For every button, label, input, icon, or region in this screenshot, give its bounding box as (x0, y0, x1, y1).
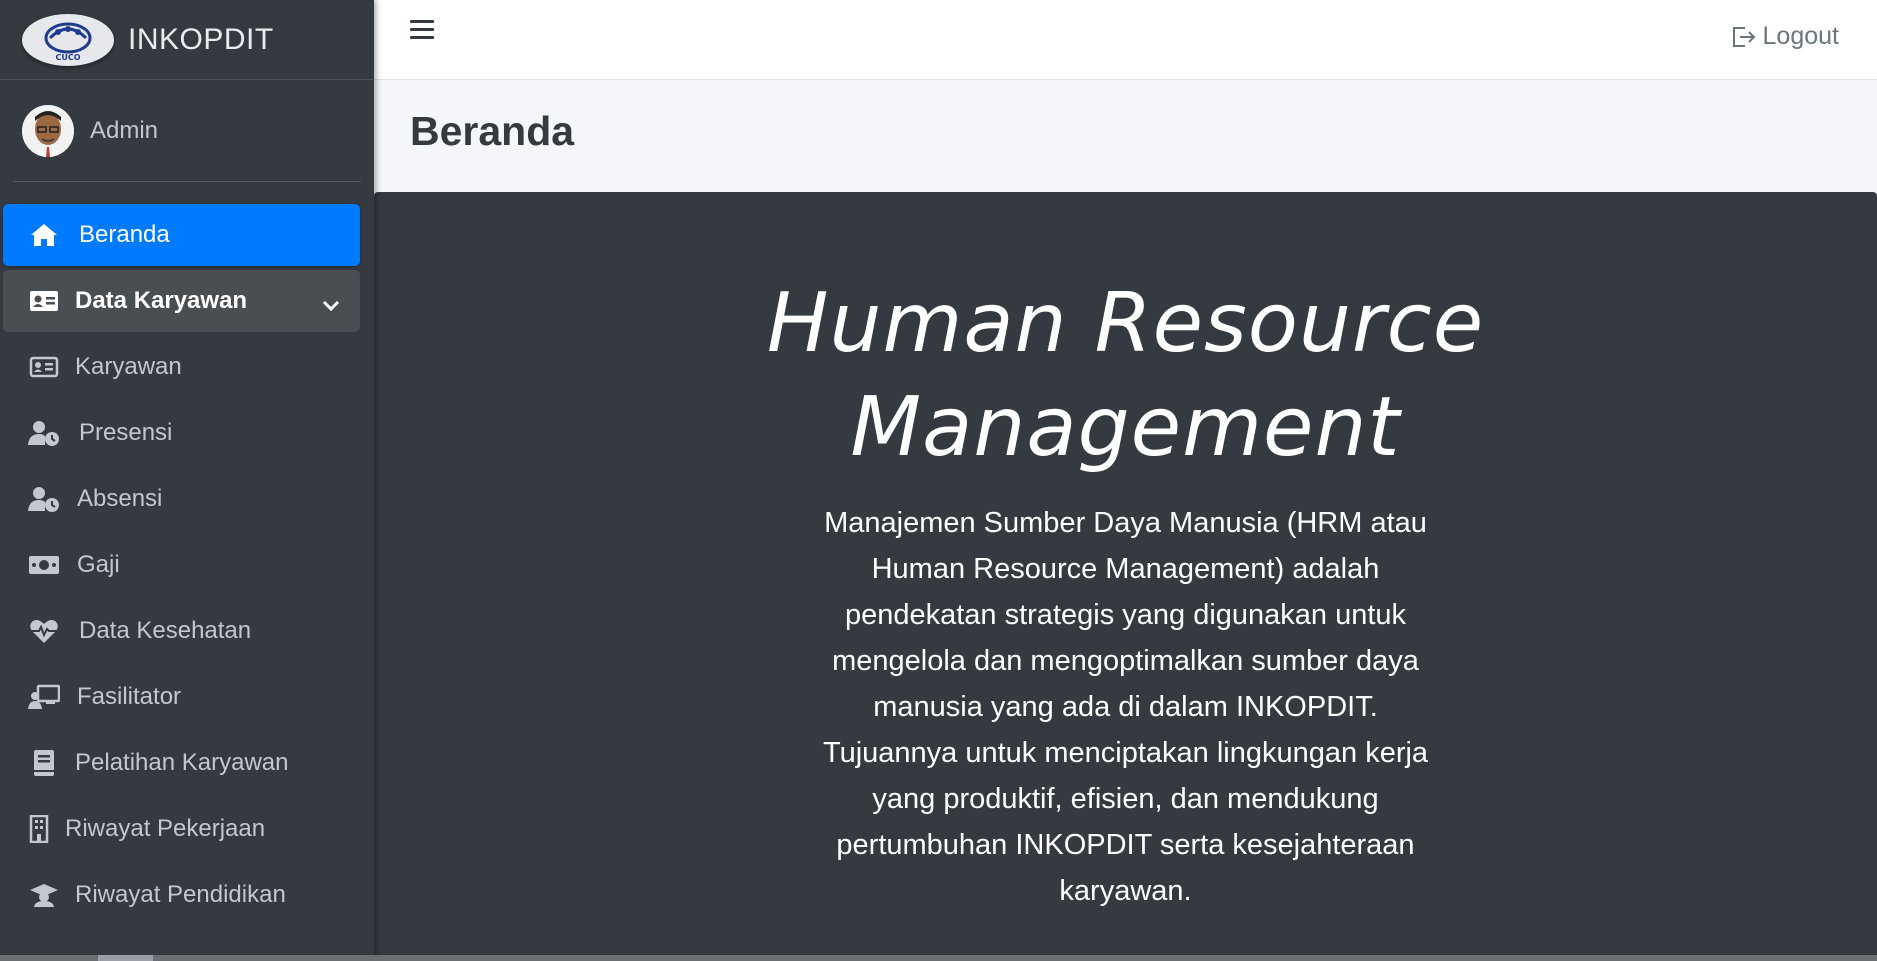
sidebar-item-label: Absensi (77, 485, 163, 512)
hero-title: Human Resource Management (766, 276, 1485, 475)
sidebar-menu: Beranda Data Karyawan Karyawan Presensi (0, 182, 374, 926)
page-title: Beranda (410, 108, 575, 154)
chalkboard-teacher-icon (27, 682, 61, 712)
building-icon (27, 814, 51, 844)
sidebar-item-label: Data Karyawan (75, 287, 248, 314)
sidebar-item-presensi[interactable]: Presensi (3, 402, 360, 464)
graduation-cap-icon (27, 880, 61, 910)
sidebar-item-label: Presensi (79, 419, 173, 446)
user-panel[interactable]: Admin (13, 80, 361, 182)
menu-toggle-icon[interactable] (410, 20, 434, 42)
sidebar-item-label: Pelatihan Karyawan (75, 749, 289, 776)
hero-card: Human Resource Management Manajemen Sumb… (374, 192, 1877, 961)
sidebar-item-riwayat-pendidikan[interactable]: Riwayat Pendidikan (3, 864, 360, 926)
user-clock-icon (27, 418, 61, 448)
brand-link[interactable]: CUCO INKOPDIT (0, 0, 374, 80)
svg-text:CUCO: CUCO (55, 53, 80, 62)
book-icon (27, 748, 61, 778)
sidebar-item-data-karyawan[interactable]: Data Karyawan (3, 270, 360, 332)
sidebar-item-karyawan[interactable]: Karyawan (3, 336, 360, 398)
scrollbar-thumb[interactable] (98, 955, 153, 961)
logout-icon (1732, 26, 1755, 47)
sidebar-item-label: Karyawan (75, 353, 182, 380)
heartbeat-icon (27, 616, 61, 646)
id-card-icon (27, 352, 61, 382)
home-icon (27, 220, 61, 250)
sidebar-item-label: Riwayat Pendidikan (75, 881, 286, 908)
money-icon (27, 550, 61, 580)
sidebar-item-label: Riwayat Pekerjaan (65, 815, 266, 842)
top-navbar: Logout (374, 0, 1877, 80)
sidebar-item-data-kesehatan[interactable]: Data Kesehatan (3, 600, 360, 662)
logout-button[interactable]: Logout (1731, 22, 1839, 51)
sidebar-item-gaji[interactable]: Gaji (3, 534, 360, 596)
sidebar-item-label: Fasilitator (77, 683, 182, 710)
sidebar-item-absensi[interactable]: Absensi (3, 468, 360, 530)
brand-logo: CUCO (22, 13, 114, 66)
horizontal-scrollbar[interactable] (0, 955, 1877, 961)
hero-description: Manajemen Sumber Daya Manusia (HRM atau … (822, 507, 1429, 907)
sidebar-item-pelatihan-karyawan[interactable]: Pelatihan Karyawan (3, 732, 360, 794)
sidebar-item-fasilitator[interactable]: Fasilitator (3, 666, 360, 728)
sidebar-item-label: Gaji (77, 551, 120, 578)
brand-name: INKOPDIT (128, 22, 274, 56)
logout-label: Logout (1762, 22, 1839, 50)
sidebar-item-beranda[interactable]: Beranda (3, 204, 360, 266)
id-card-icon (27, 286, 61, 316)
sidebar-item-label: Beranda (79, 221, 170, 248)
user-name: Admin (90, 116, 159, 144)
sidebar-item-riwayat-pekerjaan[interactable]: Riwayat Pekerjaan (3, 798, 360, 860)
avatar (22, 104, 74, 157)
sidebar-item-label: Data Kesehatan (79, 617, 252, 644)
chevron-down-icon (322, 292, 340, 320)
sidebar: CUCO INKOPDIT Admin Beranda Data Karyawa… (0, 0, 374, 961)
user-clock-icon (27, 484, 61, 514)
